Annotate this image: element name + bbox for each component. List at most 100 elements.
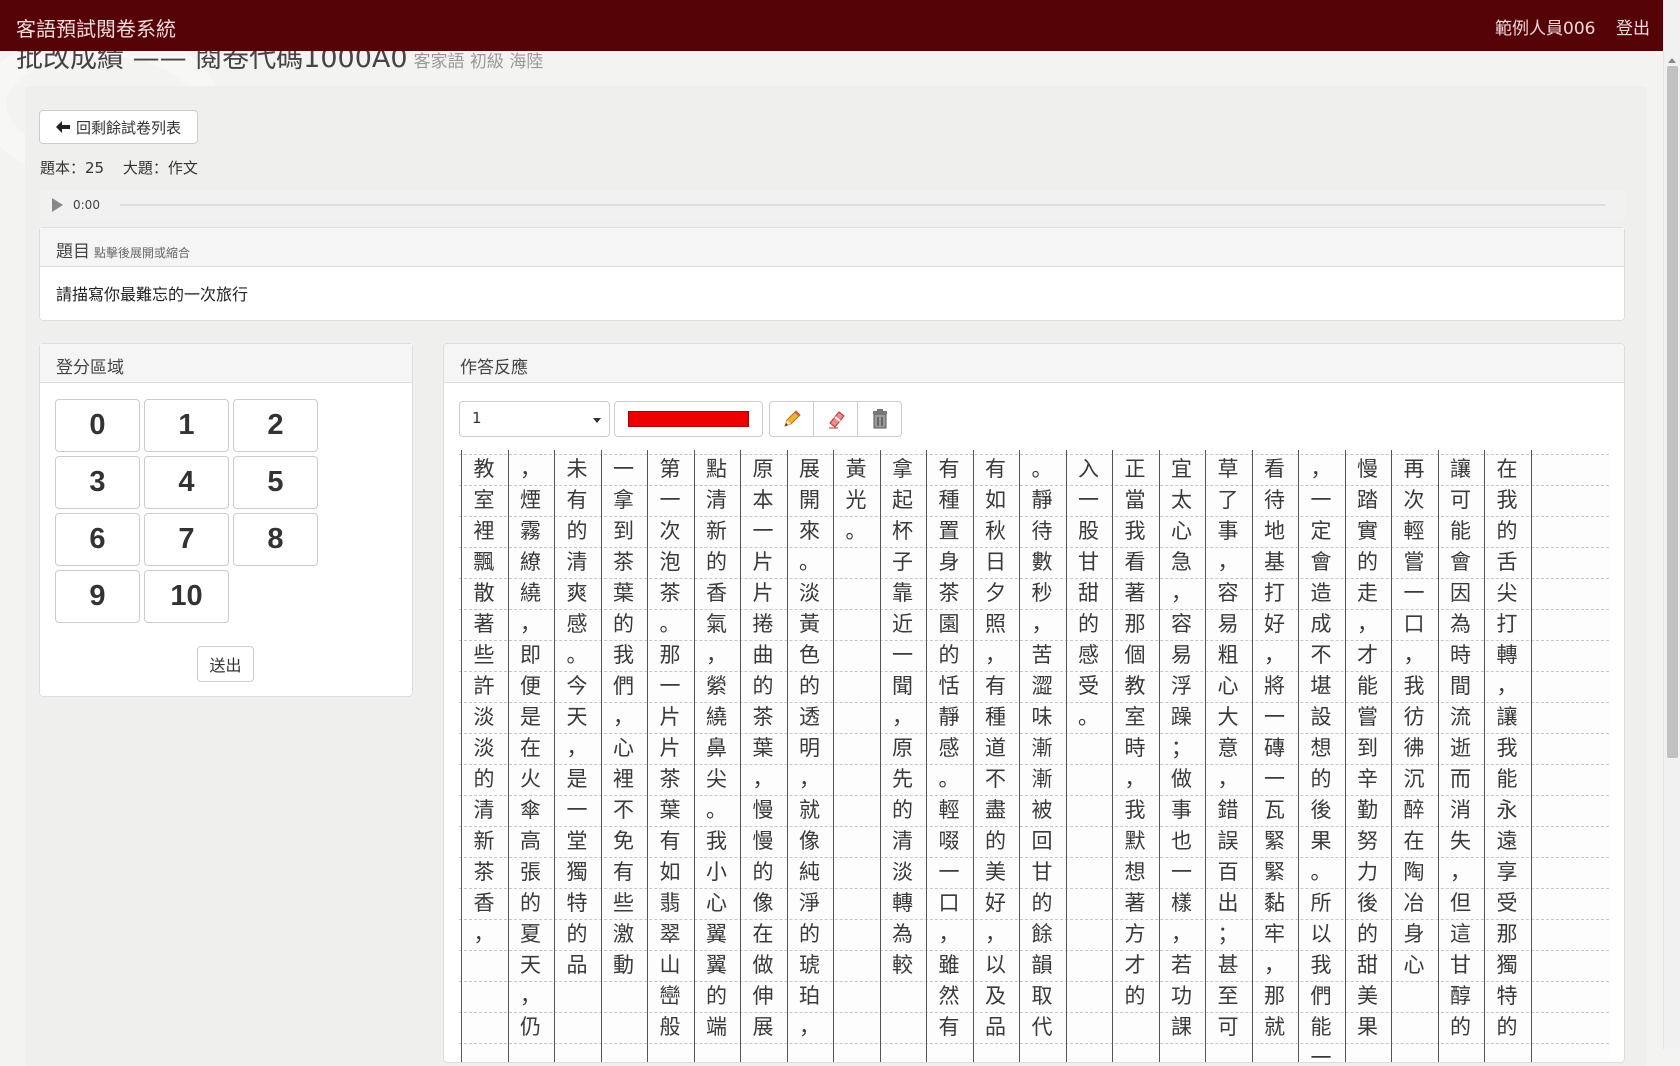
handwritten-char: 事 xyxy=(1217,519,1239,543)
handwritten-char: 激 xyxy=(613,922,634,946)
score-button-7[interactable]: 7 xyxy=(144,513,229,566)
handwritten-char: 甘 xyxy=(1031,860,1053,884)
handwritten-char: 有 xyxy=(938,1015,960,1039)
play-icon[interactable] xyxy=(52,197,63,212)
page-scrollbar[interactable] xyxy=(1663,0,1680,1049)
score-button-1[interactable]: 1 xyxy=(144,399,229,452)
handwritten-char: 流 xyxy=(1450,705,1471,729)
handwritten-char: 霧 xyxy=(520,519,541,543)
handwritten-char: 嘗 xyxy=(1357,705,1378,729)
handwritten-char: 而 xyxy=(1450,767,1471,791)
submit-score-button[interactable]: 送出 xyxy=(197,646,254,682)
handwritten-char: 我 xyxy=(613,643,634,667)
handwritten-char: 黏 xyxy=(1264,891,1285,915)
section-name: 大題：作文 xyxy=(122,159,198,177)
score-button-0[interactable]: 0 xyxy=(55,399,140,452)
handwritten-char: 翼 xyxy=(706,922,727,946)
handwritten-char: 將 xyxy=(1264,674,1285,698)
handwritten-char: 想 xyxy=(1310,736,1332,760)
handwritten-char: 入 xyxy=(1078,457,1099,481)
handwritten-char: ， xyxy=(938,922,960,946)
handwritten-char: 淡 xyxy=(473,705,495,729)
handwritten-char: 辛 xyxy=(1357,767,1378,791)
handwritten-char: 新 xyxy=(473,829,495,853)
scroll-up-icon[interactable] xyxy=(1668,58,1676,63)
handwritten-char: 後 xyxy=(1357,891,1378,915)
question-prompt: 請描寫你最難忘的一次旅行 xyxy=(56,285,249,304)
handwritten-char: 慢 xyxy=(1357,457,1378,481)
handwritten-char: 翡 xyxy=(659,891,681,915)
handwritten-char: ， xyxy=(1171,581,1192,605)
scrollbar-thumb[interactable] xyxy=(1667,66,1678,758)
handwritten-char: 韻 xyxy=(1031,953,1053,977)
handwritten-char: 小 xyxy=(706,860,727,884)
handwritten-char: 天 xyxy=(520,953,541,977)
handwritten-char: 的 xyxy=(752,860,774,884)
page-subtitle: 客家語 初級 海陸 xyxy=(413,52,544,72)
pencil-tool-button[interactable] xyxy=(769,401,814,437)
score-button-3[interactable]: 3 xyxy=(55,456,140,509)
handwritten-char: 捲 xyxy=(752,612,774,636)
score-button-6[interactable]: 6 xyxy=(55,513,140,566)
handwritten-char: 做 xyxy=(1171,767,1192,791)
handwritten-char: 天 xyxy=(566,705,588,729)
handwritten-char: 課 xyxy=(1171,1015,1192,1039)
audio-progress-track[interactable] xyxy=(119,203,1605,206)
handwritten-char: 甘 xyxy=(1078,550,1099,574)
handwritten-char: 那 xyxy=(1496,922,1518,946)
handwritten-char: 個 xyxy=(1124,643,1146,667)
score-button-2[interactable]: 2 xyxy=(233,399,318,452)
handwritten-char: 繞 xyxy=(706,705,727,729)
handwritten-char: 啜 xyxy=(938,829,960,853)
back-to-list-button[interactable]: 回剩餘試卷列表 xyxy=(39,110,198,144)
score-button-8[interactable]: 8 xyxy=(233,513,318,566)
handwritten-char: 光 xyxy=(845,488,867,512)
handwritten-char: ； xyxy=(1217,922,1239,946)
handwritten-char: 到 xyxy=(1357,736,1378,760)
app-brand[interactable]: 客語預試閱卷系統 xyxy=(16,13,176,42)
handwritten-char: 。 xyxy=(845,519,867,543)
logout-link[interactable]: 登出 xyxy=(1616,14,1650,39)
score-button-4[interactable]: 4 xyxy=(144,456,229,509)
handwritten-char: 傘 xyxy=(520,798,541,822)
handwritten-char: 縈 xyxy=(706,674,727,698)
user-name-link[interactable]: 範例人員006 xyxy=(1495,14,1595,39)
handwritten-char: 草 xyxy=(1217,457,1239,481)
handwritten-char: 漸 xyxy=(1031,736,1053,760)
handwritten-char: 有 xyxy=(659,829,681,853)
handwritten-char: 一 xyxy=(1171,860,1192,884)
handwritten-char: 未 xyxy=(566,457,588,481)
handwritten-char: 讓 xyxy=(1496,705,1518,729)
handwritten-char: 那 xyxy=(1124,612,1146,636)
handwritten-char: 醉 xyxy=(1403,798,1425,822)
handwritten-char: ； xyxy=(1171,736,1192,760)
audio-player[interactable]: 0:00 xyxy=(40,190,1625,219)
answer-sheet-image[interactable]: 在我的舌尖打轉，讓我能永遠享受那獨特的讓可能會因為時間流逝而消失，但這甘醇的再次… xyxy=(459,450,1609,1062)
handwritten-char: ， xyxy=(985,643,1006,667)
handwritten-char: 的 xyxy=(1310,767,1332,791)
handwritten-char: 葉 xyxy=(659,798,681,822)
score-button-5[interactable]: 5 xyxy=(233,456,318,509)
handwritten-char: 不 xyxy=(613,798,634,822)
score-button-9[interactable]: 9 xyxy=(55,570,140,623)
handwritten-char: 在 xyxy=(1403,829,1425,853)
caret-down-icon xyxy=(593,418,601,423)
score-button-10[interactable]: 10 xyxy=(144,570,229,623)
clear-tool-button[interactable] xyxy=(857,401,902,437)
handwritten-char: 室 xyxy=(473,488,495,512)
question-panel-header[interactable]: 題目 點擊後展開或縮合 xyxy=(40,228,1624,267)
handwritten-char: 定 xyxy=(1310,519,1332,543)
eraser-tool-button[interactable] xyxy=(813,401,858,437)
handwritten-char: 做 xyxy=(752,953,774,977)
sheet-grid-column xyxy=(1344,450,1346,1062)
handwritten-char: 茶 xyxy=(752,705,774,729)
handwritten-char: 一 xyxy=(659,488,681,512)
handwritten-char: 較 xyxy=(892,953,913,977)
pen-color-picker[interactable] xyxy=(614,401,763,437)
handwritten-char: 片 xyxy=(752,550,774,574)
handwritten-char: 尖 xyxy=(706,767,727,791)
page-select[interactable]: 1 xyxy=(459,401,610,437)
handwritten-char: 。 xyxy=(659,612,681,636)
handwritten-char: 浮 xyxy=(1171,674,1192,698)
handwritten-char: 我 xyxy=(706,829,727,853)
